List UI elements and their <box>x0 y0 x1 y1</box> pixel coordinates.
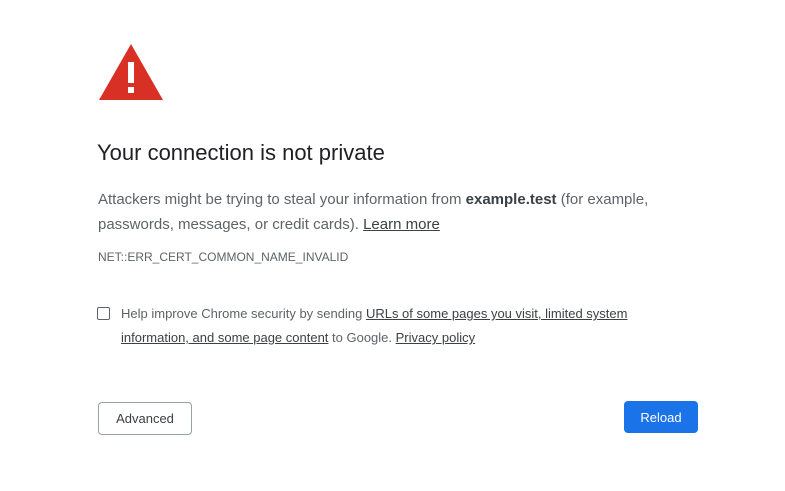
reload-button[interactable]: Reload <box>624 401 698 433</box>
domain-name: example.test <box>465 191 557 208</box>
privacy-policy-link[interactable]: Privacy policy <box>396 330 475 345</box>
description-text: Attackers might be trying to steal your … <box>98 187 698 237</box>
optin-checkbox[interactable] <box>97 307 110 320</box>
page-title: Your connection is not private <box>97 140 385 165</box>
warning-triangle-icon <box>99 44 163 100</box>
description-text-before: Attackers might be trying to steal your … <box>98 191 466 208</box>
optin-text-before: Help improve Chrome security by sending <box>121 306 366 321</box>
optin-text: Help improve Chrome security by sending … <box>121 302 681 350</box>
learn-more-link[interactable]: Learn more <box>363 216 440 233</box>
advanced-button[interactable]: Advanced <box>98 402 192 435</box>
optin-text-middle: to Google. <box>328 330 396 345</box>
error-code: NET::ERR_CERT_COMMON_NAME_INVALID <box>98 250 349 264</box>
